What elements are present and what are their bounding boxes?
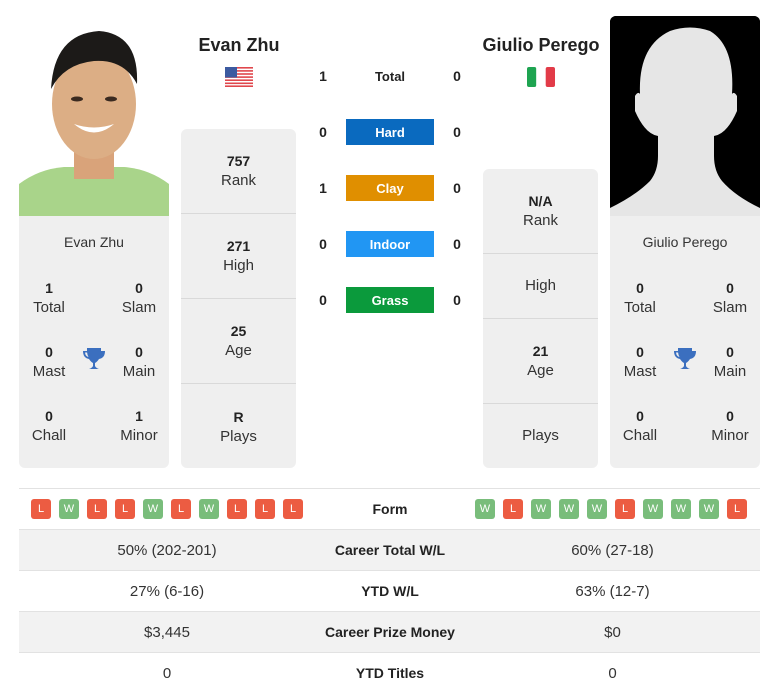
comparison-row: 27% (6-16) YTD W/L 63% (12-7)	[19, 570, 760, 611]
player2-titles-card: Giulio Perego 0 Total 0 Slam 0 Mast 0 Main 0…	[610, 216, 760, 468]
player1-titles-minor: 1 Minor	[120, 408, 158, 444]
form-badge-loss[interactable]: L	[87, 499, 107, 519]
player2-titles-minor: 0 Minor	[711, 408, 749, 444]
form-badge-loss[interactable]: L	[115, 499, 135, 519]
h2h-total-label: Total	[374, 68, 406, 84]
comparison-p1-value: 50% (202-201)	[117, 541, 217, 559]
player2-titles-chall: 0 Chall	[622, 408, 658, 444]
form-badge-loss[interactable]: L	[31, 499, 51, 519]
player2-profile-card: N/A Rank High 21 Age Plays	[483, 169, 598, 468]
comparison-label: Career Total W/L	[334, 542, 446, 558]
form-badge-win[interactable]: W	[559, 499, 579, 519]
usa-flag-icon	[225, 67, 253, 92]
player2-photo-placeholder	[610, 16, 760, 216]
player2-rank: N/A Rank	[483, 169, 598, 254]
player1-titles-card: Evan Zhu 1 Total 0 Slam 0 Mast 0 Main 0 Chall…	[19, 216, 169, 468]
h2h-total-p1: 1	[319, 68, 327, 84]
comparison-p1-value: 27% (6-16)	[129, 582, 205, 600]
italy-flag-icon	[527, 67, 555, 92]
trophy-icon	[673, 347, 697, 377]
comparison-p1-value: 0	[162, 664, 172, 682]
player1-rank: 757 Rank	[181, 129, 296, 214]
form-badge-loss[interactable]: L	[503, 499, 523, 519]
form-badge-win[interactable]: W	[199, 499, 219, 519]
player1-form: LWLLWLWLLL	[19, 499, 315, 519]
form-badge-loss[interactable]: L	[171, 499, 191, 519]
player1-plays: R Plays	[220, 408, 257, 445]
h2h-grass-p1: 0	[319, 292, 327, 308]
comparison-row: 0 YTD Titles 0	[19, 652, 760, 693]
player1-titles-main: 0 Main	[122, 344, 156, 380]
comparison-p2-value: 63% (12-7)	[575, 582, 650, 600]
h2h-surface-row-clay: 1 Clay 0	[313, 174, 467, 202]
player2-titles-mast: 0 Mast	[623, 344, 657, 380]
h2h-indoor-p2: 0	[453, 236, 461, 252]
player1-high: 271 High	[181, 214, 296, 299]
surface-badge-indoor[interactable]: Indoor	[346, 231, 434, 257]
comparison-label: YTD Titles	[355, 665, 425, 681]
form-badge-loss[interactable]: L	[255, 499, 275, 519]
trophy-icon	[82, 347, 106, 377]
h2h-grass-p2: 0	[453, 292, 461, 308]
player1-titles-chall: 0 Chall	[31, 408, 67, 444]
h2h-indoor-p1: 0	[319, 236, 327, 252]
form-badge-win[interactable]: W	[143, 499, 163, 519]
surface-badge-hard[interactable]: Hard	[346, 119, 434, 145]
surface-badge-grass[interactable]: Grass	[346, 287, 434, 313]
comparison-p2-value: 60% (27-18)	[571, 541, 654, 559]
h2h-surface-row-hard: 0 Hard 0	[313, 118, 467, 146]
form-badge-win[interactable]: W	[699, 499, 719, 519]
h2h-clay-p2: 0	[453, 180, 461, 196]
form-row: LWLLWLWLLL Form WLWWWLWWWL	[19, 488, 760, 529]
form-badge-loss[interactable]: L	[727, 499, 747, 519]
player1-profile-card: 757 Rank 271 High 25 Age R Plays	[181, 129, 296, 468]
h2h-clay-p1: 1	[319, 180, 327, 196]
player2-titles-main: 0 Main	[713, 344, 747, 380]
h2h-surface-row-grass: 0 Grass 0	[313, 286, 467, 314]
form-badge-win[interactable]: W	[475, 499, 495, 519]
form-badge-win[interactable]: W	[587, 499, 607, 519]
player2-card-name: Giulio Perego	[642, 234, 728, 250]
player1-titles-slam: 0 Slam	[121, 280, 157, 316]
h2h-summary: 1 Total 0 0 Hard 0 1 Clay 0 0 Indoor 0 0 Grass 0	[313, 62, 467, 314]
surface-badge-clay[interactable]: Clay	[346, 175, 434, 201]
player2-high: High	[483, 254, 598, 319]
player2-titles-total: 0 Total	[624, 280, 656, 316]
h2h-hard-p2: 0	[453, 124, 461, 140]
form-badge-win[interactable]: W	[59, 499, 79, 519]
player2-form: WLWWWLWWWL	[465, 499, 760, 519]
comparison-label: Career Prize Money	[325, 624, 455, 640]
player1-card-name: Evan Zhu	[64, 234, 124, 250]
h2h-total-p2: 0	[453, 68, 461, 84]
player1-photo	[19, 19, 169, 216]
form-badge-win[interactable]: W	[531, 499, 551, 519]
comparison-row: 50% (202-201) Career Total W/L 60% (27-18)	[19, 529, 760, 570]
player2-plays: Plays	[522, 427, 559, 444]
form-badge-win[interactable]: W	[643, 499, 663, 519]
comparison-row: $3,445 Career Prize Money $0	[19, 611, 760, 652]
h2h-hard-p1: 0	[319, 124, 327, 140]
player1-titles-total: 1 Total	[33, 280, 65, 316]
player1-titles-mast: 0 Mast	[32, 344, 66, 380]
form-badge-loss[interactable]: L	[615, 499, 635, 519]
comparison-p1-value: $3,445	[144, 623, 190, 641]
h2h-surface-row-indoor: 0 Indoor 0	[313, 230, 467, 258]
comparison-p2-value: 0	[608, 664, 617, 682]
form-badge-loss[interactable]: L	[227, 499, 247, 519]
form-badge-win[interactable]: W	[671, 499, 691, 519]
player2-titles-slam: 0 Slam	[712, 280, 748, 316]
comparison-label: YTD W/L	[361, 583, 419, 599]
player1-age: 25 Age	[181, 299, 296, 384]
comparison-p2-value: $0	[604, 623, 621, 641]
player2-age: 21 Age	[483, 319, 598, 404]
form-badge-loss[interactable]: L	[283, 499, 303, 519]
h2h-total-row: 1 Total 0	[313, 62, 467, 90]
player1-name[interactable]: Evan Zhu	[180, 35, 298, 56]
form-label: Form	[372, 501, 408, 517]
player2-name[interactable]: Giulio Perego	[478, 35, 604, 56]
